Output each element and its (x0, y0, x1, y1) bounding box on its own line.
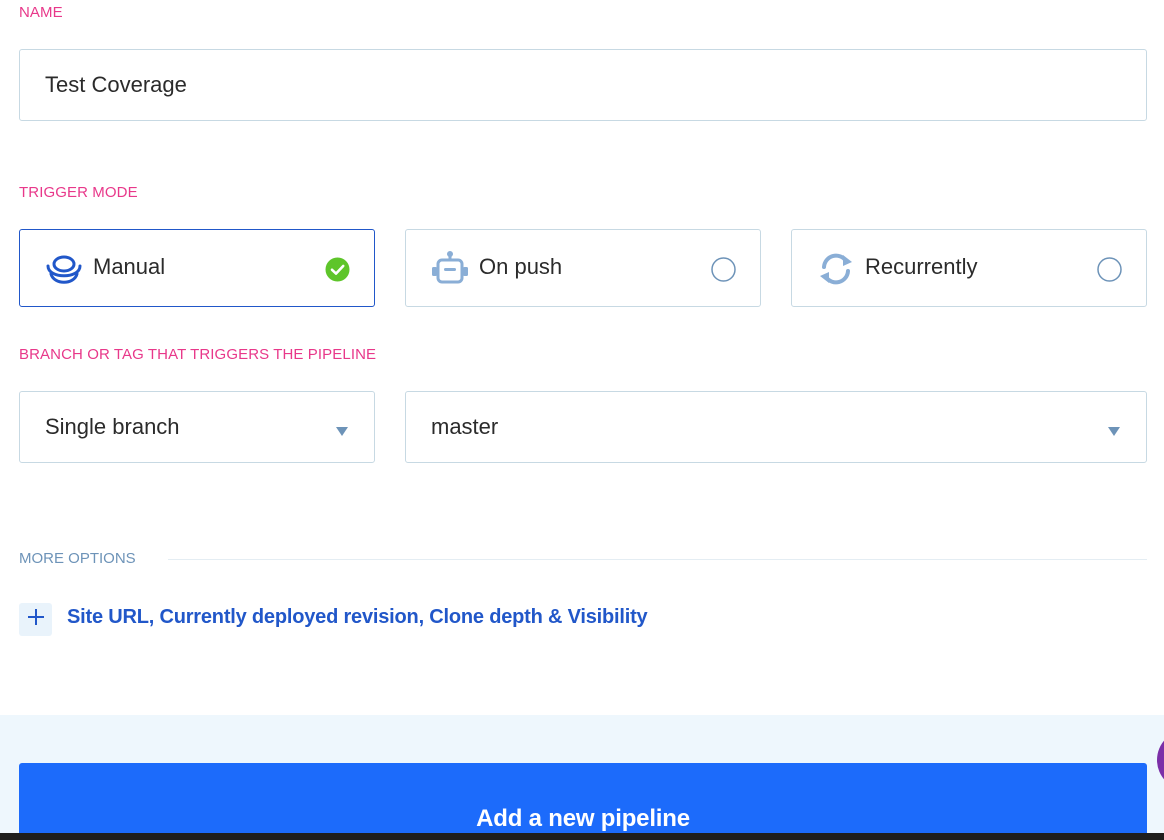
caret-down-icon (1108, 423, 1120, 436)
name-label: NAME (19, 4, 63, 21)
recurring-arrows-icon (816, 249, 856, 289)
trigger-mode-on-push[interactable]: On push (405, 229, 761, 307)
trigger-mode-label-on-push: On push (479, 254, 563, 279)
manual-hand-icon (44, 249, 84, 289)
branch-type-select[interactable]: Single branch (19, 391, 375, 463)
branch-type-value: Single branch (45, 414, 180, 439)
trigger-mode-label: TRIGGER MODE (19, 184, 138, 201)
trigger-mode-label-recurrently: Recurrently (865, 254, 978, 279)
more-options-label: MORE OPTIONS (19, 550, 136, 567)
caret-down-icon (336, 423, 348, 436)
radio-unchecked-icon (1097, 257, 1122, 282)
trigger-mode-manual[interactable]: Manual (19, 229, 375, 307)
expand-more-options-button[interactable] (19, 603, 52, 636)
branch-label: BRANCH OR TAG THAT TRIGGERS THE PIPELINE (19, 346, 377, 363)
pipeline-form: NAME TRIGGER MODE Manual (0, 0, 1164, 840)
divider (168, 559, 1147, 560)
more-options-link[interactable]: Site URL, Currently deployed revision, C… (67, 606, 648, 629)
radio-unchecked-icon (711, 257, 736, 282)
branch-name-select[interactable]: master (405, 391, 1147, 463)
trigger-mode-recurrently[interactable]: Recurrently (791, 229, 1147, 307)
branch-name-value: master (431, 414, 499, 439)
robot-icon (430, 249, 470, 289)
check-circle-icon (325, 257, 350, 282)
trigger-mode-label-manual: Manual (93, 254, 166, 279)
add-pipeline-button[interactable]: Add a new pipeline (19, 763, 1147, 840)
pipeline-name-input[interactable] (19, 49, 1147, 121)
bottom-edge-bar (0, 833, 1164, 840)
plus-icon (27, 609, 44, 630)
